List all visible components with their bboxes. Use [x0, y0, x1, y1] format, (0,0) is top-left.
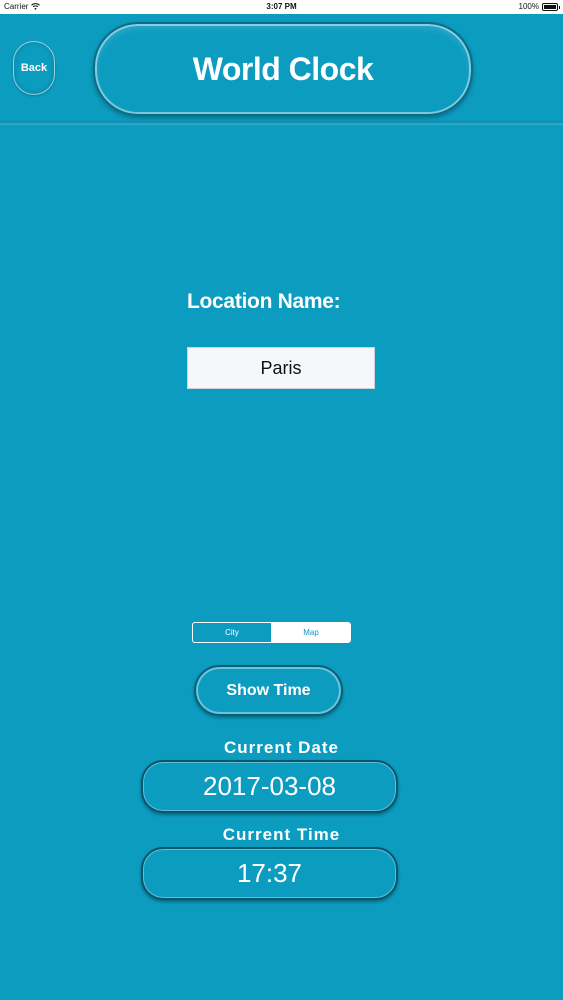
status-time: 3:07 PM	[266, 2, 297, 11]
view-mode-segmented-control[interactable]: City Map	[192, 622, 351, 643]
current-time-display: 17:37	[141, 847, 398, 900]
battery-icon	[542, 2, 560, 11]
location-label: Location Name:	[187, 290, 341, 313]
battery-percent: 100%	[518, 2, 539, 11]
show-time-button[interactable]: Show Time	[194, 665, 343, 716]
header-divider	[0, 121, 563, 125]
current-date-display: 2017-03-08	[141, 760, 398, 813]
title-text: World Clock	[192, 50, 374, 87]
current-time-label: Current Time	[222, 825, 341, 844]
current-time-value: 17:37	[236, 858, 303, 888]
segment-city[interactable]: City	[193, 623, 272, 642]
segment-map[interactable]: Map	[272, 623, 350, 642]
location-input[interactable]	[187, 347, 375, 389]
back-button[interactable]: Back	[13, 41, 55, 95]
current-date-value: 2017-03-08	[203, 771, 336, 801]
page-title: World Clock	[93, 22, 473, 116]
current-date-label: Current Date	[224, 738, 339, 757]
status-right: 100%	[518, 2, 560, 11]
status-bar: Carrier 3:07 PM 100%	[0, 0, 563, 14]
